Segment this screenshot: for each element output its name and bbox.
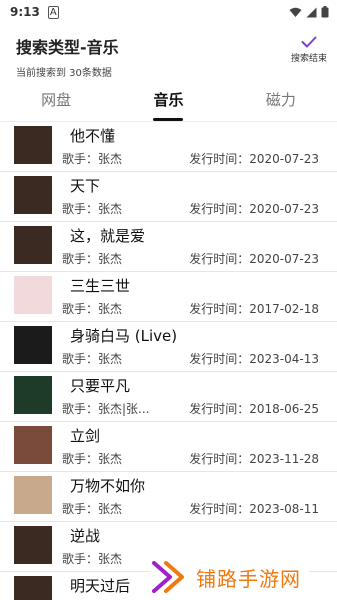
- tab-netdisk[interactable]: 网盘: [0, 78, 112, 121]
- song-row[interactable]: 立剑歌手：张杰 发行时间：2023-11-28: [0, 422, 337, 472]
- song-singer: 歌手：张杰: [62, 552, 123, 566]
- song-row[interactable]: 天下歌手：张杰 发行时间：2020-07-23: [0, 172, 337, 222]
- song-row[interactable]: 身骑白马 (Live) 歌手：张杰 发行时间：2023-04-13: [0, 322, 337, 372]
- song-singer: 歌手：张杰: [62, 302, 123, 316]
- battery-icon: [321, 6, 329, 18]
- song-title: 万物不如你: [70, 477, 146, 495]
- search-done-label: 搜索结束: [290, 54, 327, 64]
- song-singer: 歌手：张杰: [62, 502, 123, 516]
- album-cover: [14, 576, 52, 600]
- song-title: 只要平凡: [70, 377, 131, 395]
- song-singer: 歌手：张杰: [62, 252, 123, 266]
- album-cover: [14, 226, 52, 264]
- watermark-text: 铺路手游网: [196, 566, 301, 591]
- tab-music[interactable]: 音乐: [112, 78, 224, 121]
- song-row[interactable]: 三生三世歌手：张杰 发行时间：2017-02-18: [0, 272, 337, 322]
- album-cover: [14, 376, 52, 414]
- song-title: 三生三世: [70, 277, 131, 295]
- watermark-logo-icon: [152, 561, 184, 593]
- song-title: 天下: [70, 177, 101, 195]
- status-icons: [289, 6, 329, 18]
- song-release-date: 发行时间：2023-08-11: [189, 502, 319, 516]
- song-release-date: 发行时间：2018-06-25: [189, 402, 319, 416]
- song-title: 立剑: [70, 427, 101, 445]
- album-cover: [14, 326, 52, 364]
- song-row[interactable]: 万物不如你歌手：张杰 发行时间：2023-08-11: [0, 472, 337, 522]
- search-done-button[interactable]: 搜索结束: [291, 36, 327, 64]
- status-time: 9:13: [10, 5, 40, 19]
- song-title: 身骑白马 (Live): [70, 327, 178, 345]
- check-icon: [301, 36, 317, 48]
- song-release-date: 发行时间：2023-04-13: [189, 352, 319, 366]
- notification-a-icon: A: [47, 5, 59, 19]
- song-title: 这，就是爱: [70, 227, 146, 245]
- song-row[interactable]: 他不懂歌手：张杰 发行时间：2020-07-23: [0, 122, 337, 172]
- song-singer: 歌手：张杰: [62, 152, 123, 166]
- album-cover: [14, 426, 52, 464]
- song-singer: 歌手：张杰: [62, 202, 123, 216]
- song-title: 他不懂: [70, 127, 116, 145]
- song-singer: 歌手：张杰|张...: [62, 402, 150, 416]
- song-release-date: 发行时间：2020-07-23: [189, 152, 319, 166]
- song-title: 明天过后: [70, 577, 131, 595]
- song-list: 他不懂 歌手：张杰 发行时间：2020-07-23 天下 歌手：张杰 发行时间：2020-…: [0, 122, 337, 600]
- song-singer: 歌手：张杰: [62, 352, 123, 366]
- page-title: 搜索类型-音乐: [16, 38, 119, 57]
- song-release-date: 发行时间：2017-02-18: [189, 302, 319, 316]
- song-release-date: 发行时间：2023-11-28: [189, 452, 319, 466]
- search-header: 搜索类型-音乐 当前搜索到 30条数据 搜索结束: [0, 24, 337, 79]
- song-release-date: 发行时间：2020-07-23: [189, 252, 319, 266]
- song-title: 逆战: [70, 527, 101, 545]
- search-type-tabs: 网盘 音乐 磁力: [0, 78, 337, 122]
- tab-magnet[interactable]: 磁力: [225, 78, 337, 121]
- album-cover: [14, 476, 52, 514]
- album-cover: [14, 526, 52, 564]
- song-row[interactable]: 这，就是爱歌手：张杰 发行时间：2020-07-23: [0, 222, 337, 272]
- album-cover: [14, 276, 52, 314]
- album-cover: [14, 176, 52, 214]
- song-release-date: 发行时间：2020-07-23: [189, 202, 319, 216]
- watermark: 铺路手游网: [150, 560, 309, 594]
- signal-icon: [306, 7, 317, 17]
- result-count-text: 当前搜索到 30条数据: [16, 68, 112, 79]
- song-singer: 歌手：张杰: [62, 452, 123, 466]
- song-row[interactable]: 只要平凡歌手：张杰|张... 发行时间：2018-06-25: [0, 372, 337, 422]
- album-cover: [14, 126, 52, 164]
- wifi-icon: [289, 7, 302, 17]
- status-bar: 9:13 A: [0, 0, 337, 24]
